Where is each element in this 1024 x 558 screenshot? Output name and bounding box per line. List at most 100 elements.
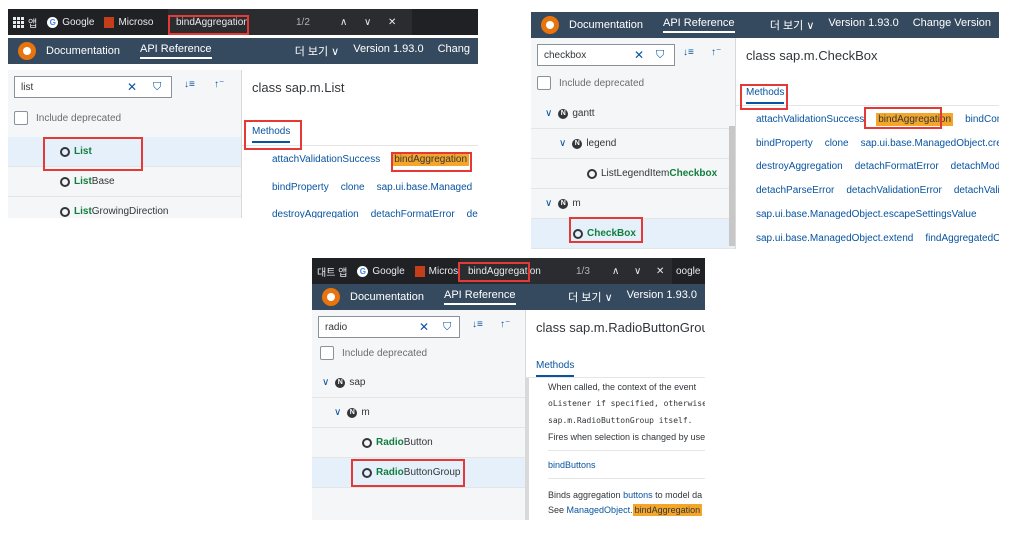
more-menu[interactable]: 더 보기 ∨ [568, 289, 613, 305]
sort-icon[interactable]: ↓≡ [683, 47, 694, 58]
method-link[interactable]: attachValidationSuccess [756, 114, 864, 125]
sort-icon[interactable]: ↓≡ [184, 79, 195, 90]
nav-api-reference[interactable]: API Reference [663, 17, 735, 33]
search-input[interactable]: checkbox [544, 50, 586, 61]
apps-shortcut[interactable]: 대트 앱 [312, 264, 352, 279]
find-previous-button[interactable]: ∧ [340, 17, 347, 28]
collapse-icon[interactable]: ↑⁻ [214, 79, 224, 90]
method-link[interactable]: detachFormatError [371, 209, 455, 218]
tree-item-legend[interactable]: ∨ N legend [531, 129, 735, 159]
google-bookmark[interactable]: G Google [42, 16, 99, 28]
filter-icon[interactable]: ⛉ [656, 49, 664, 62]
apps-shortcut[interactable]: 앱 [8, 15, 42, 30]
nav-documentation[interactable]: Documentation [350, 291, 424, 303]
method-link[interactable]: clone [825, 138, 849, 149]
method-link[interactable]: destroyAggregation [272, 209, 359, 218]
clear-icon[interactable]: ✕ [127, 80, 137, 94]
search-field[interactable]: checkbox ✕ ⛉ [537, 44, 675, 66]
nav-api-reference[interactable]: API Reference [140, 43, 212, 59]
nav-documentation[interactable]: Documentation [569, 19, 643, 31]
method-link[interactable]: sap.ui.base.ManagedObject.create [861, 138, 999, 149]
tab-methods[interactable]: Methods [252, 124, 291, 143]
tree-item-m[interactable]: ∨ N m [531, 189, 735, 219]
include-deprecated-checkbox[interactable]: Include deprecated [320, 346, 427, 360]
filter-icon[interactable]: ⛉ [153, 81, 161, 94]
tree-item-listgrowingdirection[interactable]: List GrowingDirection [8, 197, 241, 218]
find-close-button[interactable]: ✕ [656, 266, 664, 277]
tab-methods[interactable]: Methods [746, 85, 785, 104]
checkbox-box[interactable] [14, 111, 28, 125]
search-input[interactable]: list [21, 82, 33, 93]
method-link[interactable]: sap.ui.base.ManagedObject.escapeSettings… [756, 209, 977, 220]
filter-icon[interactable]: ⛉ [443, 321, 451, 334]
method-link[interactable]: detachParseError [756, 185, 834, 196]
aggregation-link[interactable]: buttons [623, 490, 653, 500]
method-link[interactable]: detachValidatio [954, 185, 999, 196]
clear-icon[interactable]: ✕ [419, 320, 429, 334]
method-link[interactable]: bindProperty [756, 138, 813, 149]
find-query[interactable]: bindAggregation [460, 266, 541, 277]
sapui5-logo-icon[interactable] [18, 42, 36, 60]
tree-item-radiobutton[interactable]: Radio Button [312, 428, 525, 458]
tree-item-checkbox[interactable]: CheckBox [531, 219, 735, 249]
nav-documentation[interactable]: Documentation [46, 45, 120, 57]
collapse-icon[interactable]: ↑⁻ [711, 47, 721, 58]
find-close-button[interactable]: ✕ [388, 17, 396, 28]
microsoft-bookmark[interactable]: Microso [99, 16, 158, 28]
sidebar-scrollbar[interactable] [729, 126, 735, 246]
method-link[interactable]: detachModelCo [951, 161, 999, 172]
find-match-highlight[interactable]: bindAggregation [632, 504, 703, 516]
change-version-link[interactable]: Change Version [913, 17, 991, 33]
more-menu[interactable]: 더 보기 ∨ [295, 43, 340, 59]
sort-icon[interactable]: ↓≡ [472, 319, 483, 330]
method-link-highlighted[interactable]: bindAggregation [876, 113, 954, 126]
method-link[interactable]: bindProperty [272, 182, 329, 193]
collapse-icon[interactable]: ↑⁻ [500, 319, 510, 330]
tree-item-m[interactable]: ∨ N m [312, 398, 525, 428]
chevron-down-icon[interactable]: ∨ [559, 138, 566, 149]
tree-item-listlegenditemcheckbox[interactable]: ListLegendItem Checkbox [531, 159, 735, 189]
find-query[interactable]: bindAggregation [168, 17, 249, 28]
doc-scrollbar[interactable] [526, 378, 529, 520]
method-link[interactable]: sap.ui.base.ManagedObject.extend [756, 233, 913, 244]
sapui5-logo-icon[interactable] [541, 16, 559, 34]
chevron-down-icon[interactable]: ∨ [334, 407, 341, 418]
search-field[interactable]: list ✕ ⛉ [14, 76, 172, 98]
find-previous-button[interactable]: ∧ [612, 266, 619, 277]
method-link[interactable]: bindButtons [548, 460, 596, 470]
chevron-down-icon[interactable]: ∨ [545, 108, 552, 119]
managedobject-link[interactable]: ManagedObject. [567, 505, 633, 515]
tree-item-radiobuttongroup[interactable]: Radio ButtonGroup [312, 458, 525, 488]
search-field[interactable]: radio ✕ ⛉ [318, 316, 460, 338]
method-link[interactable]: bindContext [965, 114, 999, 125]
method-link[interactable]: findAggregatedObject [925, 233, 999, 244]
clear-icon[interactable]: ✕ [634, 48, 644, 62]
method-link[interactable]: clone [341, 182, 365, 193]
checkbox-box[interactable] [320, 346, 334, 360]
change-version-link[interactable]: Chang [438, 43, 470, 59]
search-input[interactable]: radio [325, 322, 347, 333]
find-next-button[interactable]: ∨ [634, 266, 641, 277]
tree-item-listbase[interactable]: List Base [8, 167, 241, 197]
method-link[interactable]: detachValidationError [846, 185, 941, 196]
chevron-down-icon[interactable]: ∨ [322, 377, 329, 388]
sapui5-logo-icon[interactable] [322, 288, 340, 306]
checkbox-box[interactable] [537, 76, 551, 90]
tab-methods[interactable]: Methods [536, 358, 575, 377]
include-deprecated-checkbox[interactable]: Include deprecated [537, 76, 644, 90]
more-menu[interactable]: 더 보기 ∨ [770, 17, 815, 33]
method-link[interactable]: attachValidationSuccess [272, 154, 380, 165]
method-link[interactable]: destroyAggregation [756, 161, 843, 172]
chevron-down-icon[interactable]: ∨ [545, 198, 552, 209]
method-link[interactable]: de [467, 209, 478, 218]
include-deprecated-checkbox[interactable]: Include deprecated [14, 111, 121, 125]
method-link[interactable]: detachFormatError [855, 161, 939, 172]
nav-api-reference[interactable]: API Reference [444, 289, 516, 305]
find-next-button[interactable]: ∨ [364, 17, 371, 28]
tree-item-gantt[interactable]: ∨ N gantt [531, 99, 735, 129]
method-link[interactable]: sap.ui.base.Managed [377, 182, 473, 193]
tree-item-list[interactable]: List [8, 137, 241, 167]
tree-item-sap[interactable]: ∨ N sap [312, 368, 525, 398]
google-bookmark[interactable]: G Google [352, 265, 409, 277]
method-link-highlighted[interactable]: bindAggregation [392, 153, 470, 166]
